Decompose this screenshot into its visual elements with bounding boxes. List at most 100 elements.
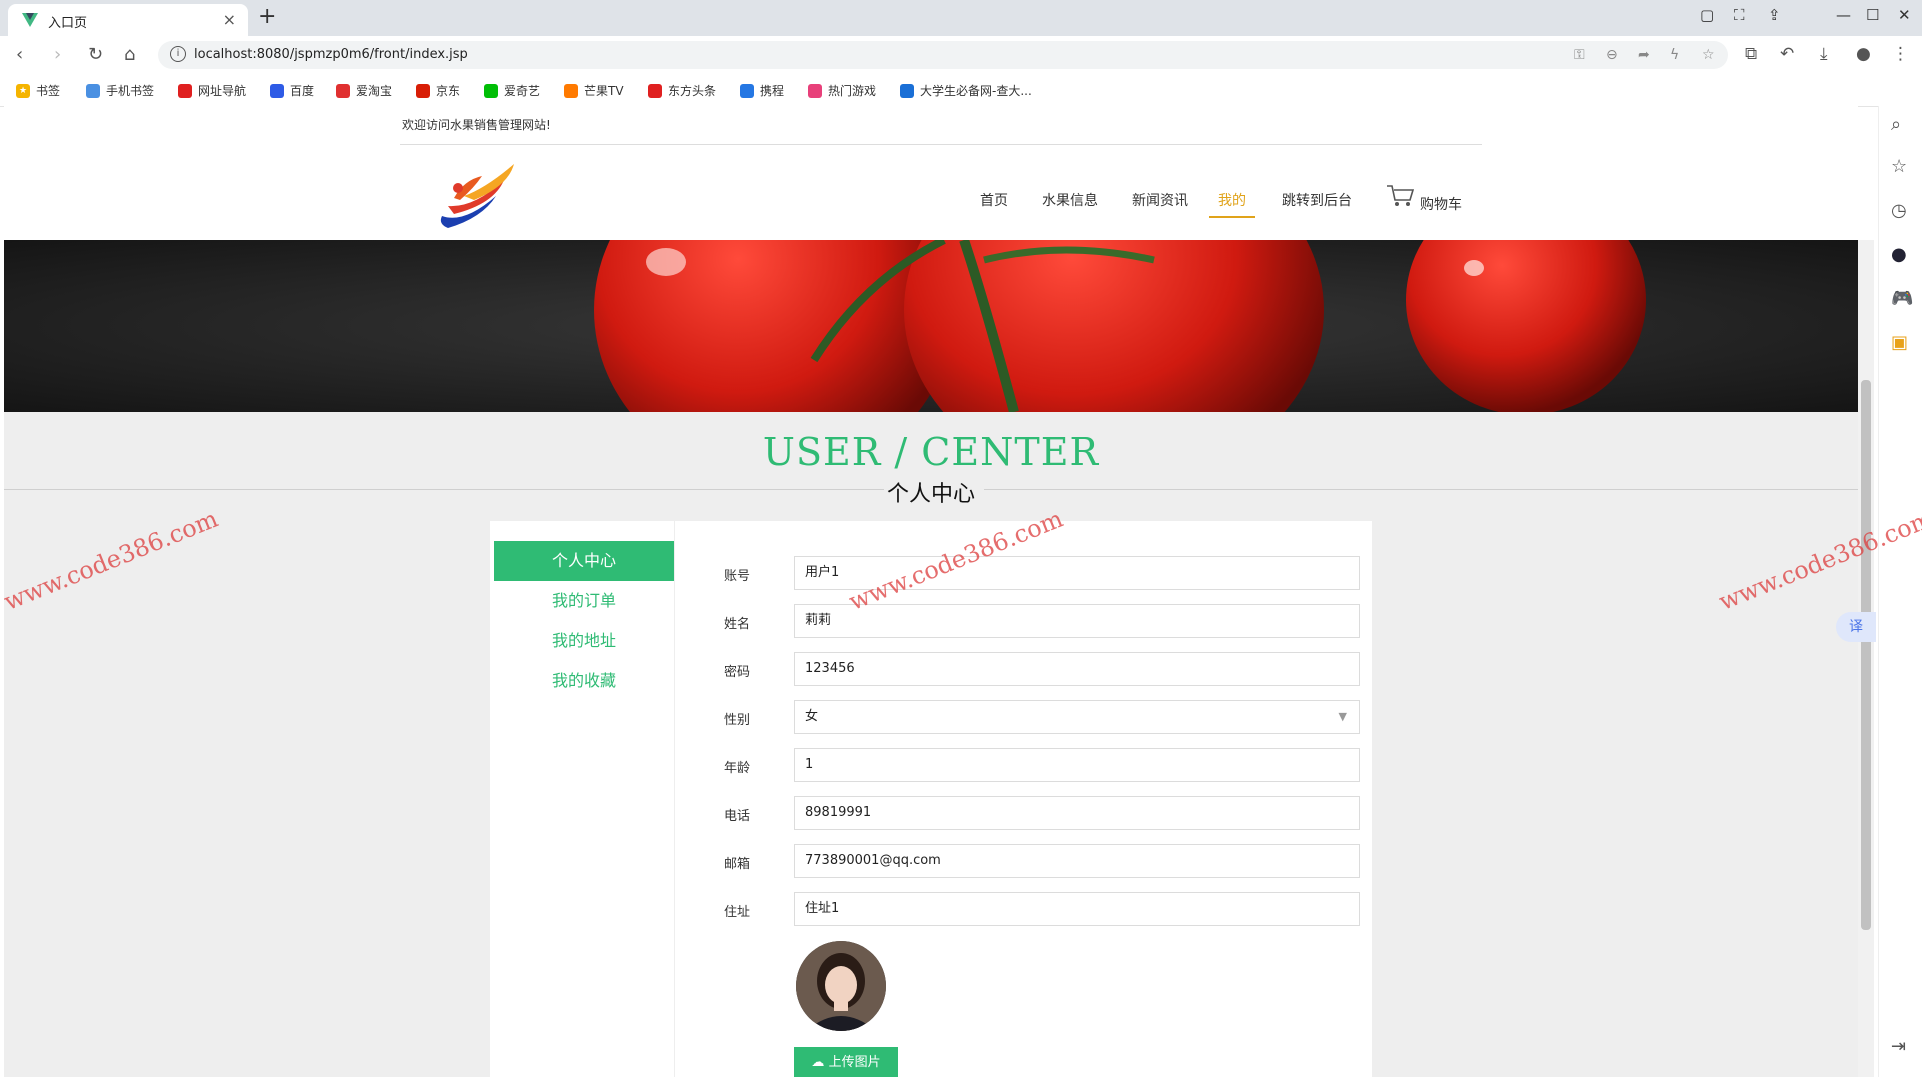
bookmark-item[interactable]: 芒果TV [564,82,624,99]
sidebar-item-orders[interactable]: 我的订单 [494,581,674,621]
avatar-photo [796,941,886,1031]
age-input[interactable]: 1 [794,748,1360,782]
nav-news[interactable]: 新闻资讯 [1132,190,1188,210]
toolbox-icon[interactable]: ▣ [1891,332,1908,353]
section-title-cn: 个人中心 [886,482,975,507]
sidebar-item-addresses[interactable]: 我的地址 [494,621,674,661]
address-input[interactable]: 住址1 [794,892,1360,926]
search-icon[interactable]: ⌕ [1891,114,1901,135]
bookmark-item[interactable]: 携程 [740,82,784,99]
account-label: 账号 [724,569,751,584]
vue-favicon-icon [22,13,38,27]
cloud-upload-icon: ☁ [811,1055,825,1070]
maximize-icon[interactable]: ☐ [1866,6,1879,24]
bookmark-item[interactable]: 东方头条 [648,82,716,99]
chevron-down-icon: ▼ [1338,710,1347,723]
banner-image [4,240,1858,412]
nav-site-icon [178,83,192,98]
mango-tv-icon [564,83,578,98]
age-label: 年龄 [724,761,751,776]
cart-link[interactable]: 购物车 [1420,194,1462,214]
zoom-icon[interactable]: ⊖ [1606,47,1618,63]
minimize-icon[interactable]: — [1836,6,1851,24]
bookmark-item[interactable]: ★ 书签 [16,82,60,99]
scrollbar-thumb[interactable] [1861,380,1871,930]
undo-icon[interactable]: ↶ [1780,44,1794,64]
tomato-banner-graphic [4,240,1858,412]
section-title-en: USER / CENTER [762,430,1100,474]
bookmark-star-icon[interactable]: ☆ [1702,47,1715,63]
pin-icon[interactable]: ⇪ [1768,6,1781,24]
extensions-icon[interactable]: ⧉ [1745,44,1757,64]
translate-button[interactable]: 译 [1836,612,1876,642]
name-input[interactable]: 莉莉 [794,604,1360,638]
extensions-window-icon[interactable]: ⛶ [1734,6,1745,24]
bookmark-item[interactable]: 京东 [416,82,460,99]
upload-image-button[interactable]: ☁ 上传图片 [794,1047,898,1077]
nav-mine[interactable]: 我的 [1218,190,1246,210]
gender-select[interactable]: 女 ▼ [794,700,1360,734]
iqiyi-icon [484,83,498,98]
menu-icon[interactable]: ⋮ [1892,44,1909,64]
college-site-icon [900,83,914,98]
key-icon[interactable]: ⚿ [1574,47,1585,63]
new-tab-icon[interactable]: + [258,4,276,29]
browser-tab[interactable]: 入口页 × [8,4,248,36]
page-scrollbar[interactable] [1858,240,1874,1077]
browser-side-panel: ⌕ ☆ ◷ ● 🎮 ▣ ⇥ [1878,106,1922,1077]
gamepad-icon[interactable]: 🎮 [1891,288,1913,309]
ai-assistant-icon[interactable]: ● [1891,244,1907,265]
lightning-icon[interactable]: ϟ [1670,47,1679,63]
gender-label: 性别 [724,713,751,728]
gender-value: 女 [805,709,819,724]
bookmark-item[interactable]: 百度 [270,82,314,99]
game-icon [808,83,822,98]
profile-icon[interactable]: ● [1856,44,1871,64]
site-logo[interactable] [434,158,524,230]
site-info-icon[interactable]: i [170,46,186,62]
jd-icon [416,83,430,98]
forward-icon[interactable]: › [54,44,61,65]
close-window-icon[interactable]: ✕ [1898,6,1911,24]
back-icon[interactable]: ‹ [16,44,23,65]
email-label: 邮箱 [724,857,751,872]
name-label: 姓名 [724,617,751,632]
address-bar[interactable]: i localhost:8080/jspmzp0m6/front/index.j… [158,41,1728,69]
bookmark-item[interactable]: 热门游戏 [808,82,876,99]
bookmark-item[interactable]: 爱淘宝 [336,82,392,99]
sidebar-item-favorites[interactable]: 我的收藏 [494,661,674,701]
nav-admin[interactable]: 跳转到后台 [1282,190,1352,210]
bookmark-item[interactable]: 网址导航 [178,82,246,99]
share-icon[interactable]: ➦ [1638,47,1650,63]
collapse-panel-icon[interactable]: ⇥ [1891,1036,1906,1057]
email-input[interactable]: 773890001@qq.com [794,844,1360,878]
bookmark-item[interactable]: 大学生必备网-查大... [900,82,1032,99]
phone-label: 电话 [724,809,751,824]
nav-home[interactable]: 首页 [980,190,1008,210]
taobao-icon [336,83,350,98]
sidebar-item-profile[interactable]: 个人中心 [494,541,674,581]
url-text[interactable]: localhost:8080/jspmzp0m6/front/index.jsp [194,47,468,62]
close-tab-icon[interactable]: × [223,10,236,29]
tab-search-icon[interactable]: ▢ [1700,6,1714,24]
cart-icon[interactable] [1386,184,1416,208]
home-icon[interactable]: ⌂ [124,44,135,65]
phone-input[interactable]: 89819991 [794,796,1360,830]
bookmark-item[interactable]: 爱奇艺 [484,82,540,99]
bookmark-item[interactable]: 手机书签 [86,82,154,99]
web-page: 欢迎访问水果销售管理网站! 首页 水果信息 新闻资讯 我的 跳转到后台 购物车 [4,106,1858,1077]
address-label: 住址 [724,905,751,920]
download-icon[interactable]: ⤓ [1820,44,1828,64]
browser-tab-bar: 入口页 × + ▢ ⛶ ⇪ — ☐ ✕ [0,0,1922,36]
password-input[interactable]: 123456 [794,652,1360,686]
tab-title: 入口页 [48,16,88,31]
nav-fruit-info[interactable]: 水果信息 [1042,190,1098,210]
favorites-star-icon[interactable]: ☆ [1891,156,1907,177]
ctrip-icon [740,83,754,98]
reload-icon[interactable]: ↻ [88,44,103,65]
star-icon: ★ [16,83,30,98]
history-clock-icon[interactable]: ◷ [1891,200,1907,221]
address-toolbar: ‹ › ↻ ⌂ i localhost:8080/jspmzp0m6/front… [0,36,1922,74]
nav-active-underline [1209,216,1255,218]
welcome-text: 欢迎访问水果销售管理网站! [402,118,551,132]
